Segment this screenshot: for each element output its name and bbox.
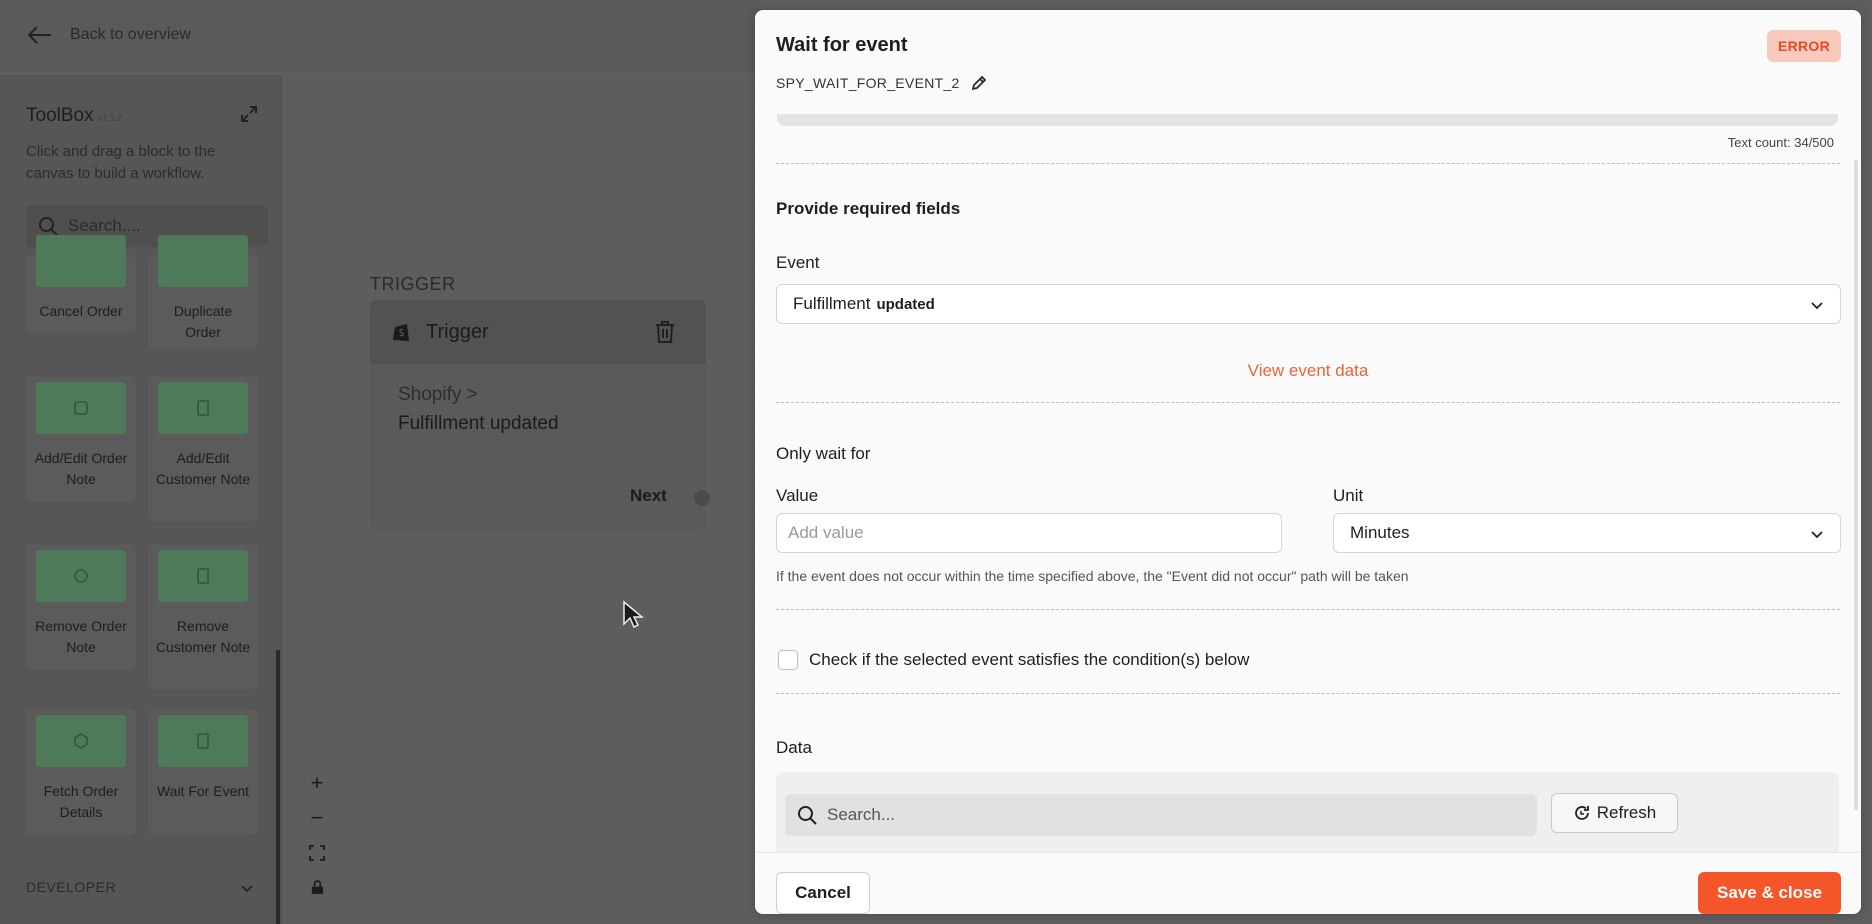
event-select-suffix: updated: [876, 295, 935, 313]
save-and-close-button[interactable]: Save & close: [1698, 872, 1841, 914]
timeout-hint: If the event does not occur within the t…: [776, 568, 1409, 584]
duplicate-order-icon: [158, 235, 248, 287]
wait-event-icon: [158, 715, 248, 767]
refresh-button[interactable]: Refresh: [1551, 793, 1678, 833]
panel-title: Wait for event: [776, 34, 908, 56]
refresh-icon: [1574, 806, 1589, 820]
next-label: Next: [630, 486, 667, 505]
fit-view-button[interactable]: [305, 835, 329, 870]
search-icon: [798, 806, 817, 825]
chevron-down-icon[interactable]: [240, 881, 254, 895]
trigger-source-path: Shopify >: [398, 384, 478, 405]
trash-icon[interactable]: [654, 320, 676, 344]
wait-for-event-panel: Wait for event SPY_WAIT_FOR_EVENT_2 ERRO…: [755, 10, 1861, 914]
shopify-icon: [393, 324, 409, 341]
arrow-left-icon: [28, 26, 51, 44]
top-bar: Back to overview: [0, 0, 760, 72]
zoom-controls: + −: [305, 765, 329, 905]
pencil-icon[interactable]: [970, 74, 988, 92]
customer-note-icon: [158, 382, 248, 434]
order-note-icon: [36, 382, 126, 434]
lock-button[interactable]: [305, 870, 329, 905]
only-wait-for-label: Only wait for: [776, 444, 871, 463]
status-badge: ERROR: [1766, 30, 1841, 62]
condition-checkbox-label: Check if the selected event satisfies th…: [809, 650, 1250, 669]
toolbox-description: Click and drag a block to the canvas to …: [26, 143, 216, 182]
value-input[interactable]: [776, 513, 1282, 553]
node-id: SPY_WAIT_FOR_EVENT_2: [776, 75, 960, 91]
condition-checkbox[interactable]: [778, 650, 798, 670]
unit-label: Unit: [1333, 486, 1364, 505]
view-event-data-link[interactable]: View event data: [755, 361, 1861, 381]
data-search-placeholder: Search...: [827, 805, 896, 824]
toolbox-sidebar: ToolBox v1.1.2 Click and drag a block to …: [0, 75, 282, 924]
toolbox-version: v1.1.2: [97, 113, 123, 123]
event-select[interactable]: Fulfillment updated: [776, 284, 1841, 324]
back-label: Back to overview: [70, 26, 191, 43]
trigger-event-name: Fulfillment updated: [398, 413, 559, 434]
block-fetch-order-details[interactable]: Fetch Order Details: [26, 709, 136, 835]
trigger-node[interactable]: Trigger Shopify > Fulfillment updated Ne…: [370, 300, 710, 530]
unit-select[interactable]: Minutes: [1333, 513, 1841, 553]
divider: [776, 609, 1840, 610]
trigger-section-label: TRIGGER: [370, 274, 456, 294]
zoom-out-button[interactable]: −: [305, 800, 329, 835]
event-select-value: Fulfillment: [793, 294, 871, 313]
block-cancel-order[interactable]: Cancel Order: [26, 235, 136, 333]
cancel-order-icon: [36, 235, 126, 287]
trigger-title: Trigger: [426, 320, 489, 343]
condition-checkbox-row[interactable]: Check if the selected event satisfies th…: [778, 650, 1249, 670]
data-section-title: Data: [776, 738, 812, 757]
node-id-row: SPY_WAIT_FOR_EVENT_2: [776, 74, 988, 92]
refresh-label: Refresh: [1596, 803, 1657, 822]
chevron-down-icon: [1811, 531, 1823, 539]
sidebar-scrollbar[interactable]: [276, 650, 280, 924]
divider: [776, 693, 1840, 694]
expand-icon[interactable]: [240, 105, 258, 123]
block-add-edit-order-note[interactable]: Add/Edit Order Note: [26, 376, 136, 502]
data-explorer: Search... Refresh: [776, 772, 1839, 852]
required-fields-title: Provide required fields: [776, 199, 961, 218]
developer-section-toggle[interactable]: DEVELOPER: [26, 879, 116, 895]
data-search-input[interactable]: Search...: [785, 794, 1537, 836]
toolbox-title: ToolBox v1.1.2: [26, 105, 123, 126]
chevron-down-icon: [1811, 302, 1823, 310]
value-label: Value: [776, 486, 819, 505]
lock-icon: [311, 880, 323, 894]
remove-order-note-icon: [36, 550, 126, 602]
next-connector-handle[interactable]: [694, 490, 710, 506]
back-to-overview-link[interactable]: Back to overview: [28, 26, 191, 44]
block-remove-order-note[interactable]: Remove Order Note: [26, 544, 136, 670]
event-label: Event: [776, 253, 820, 272]
text-count: Text count: 34/500: [1727, 135, 1834, 150]
block-wait-for-event[interactable]: Wait For Event: [148, 709, 258, 835]
search-icon: [39, 217, 58, 236]
description-field-bottom[interactable]: [777, 114, 1838, 126]
divider: [776, 402, 1840, 403]
toolbox-search-placeholder: Search....: [68, 216, 141, 235]
block-duplicate-order[interactable]: Duplicate Order: [148, 235, 258, 349]
fetch-order-icon: [36, 715, 126, 767]
panel-footer: Cancel Save & close: [755, 852, 1861, 914]
mouse-cursor-icon: [623, 600, 644, 629]
block-add-edit-customer-note[interactable]: Add/Edit Customer Note: [148, 376, 258, 521]
remove-customer-note-icon: [158, 550, 248, 602]
panel-scrollbar[interactable]: [1854, 160, 1858, 810]
divider: [776, 163, 1840, 164]
block-remove-customer-note[interactable]: Remove Customer Note: [148, 544, 258, 689]
cancel-button[interactable]: Cancel: [776, 872, 870, 914]
unit-select-value: Minutes: [1350, 523, 1410, 542]
zoom-in-button[interactable]: +: [305, 765, 329, 800]
fit-view-icon: [309, 844, 325, 861]
